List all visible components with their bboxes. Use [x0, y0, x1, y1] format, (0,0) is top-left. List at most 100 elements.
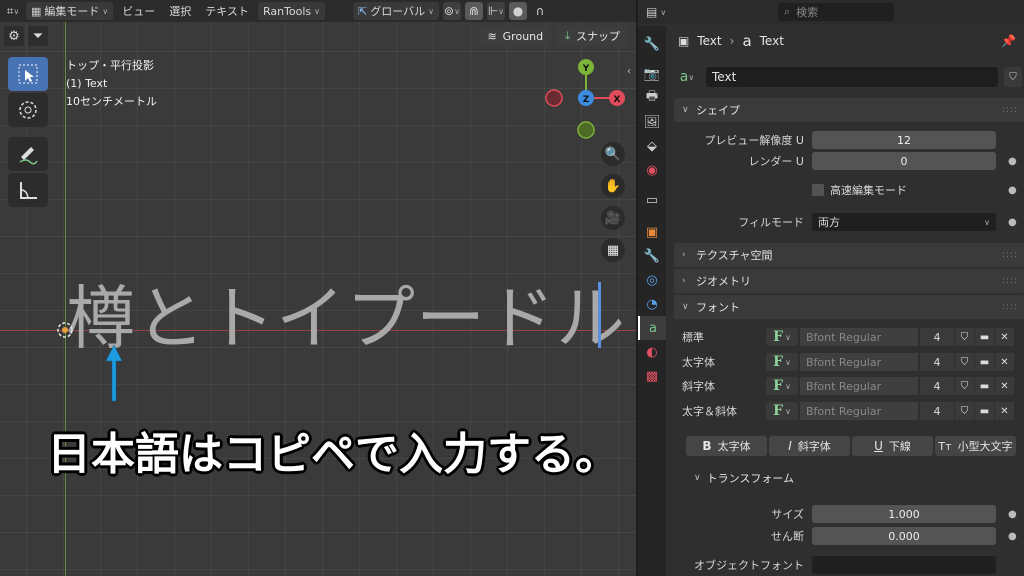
addon-menu[interactable]: RanTools ∨ [257, 2, 326, 20]
tool-tab-icon[interactable]: 🔧 [638, 32, 666, 56]
shield-icon[interactable]: ⛉ [955, 377, 974, 395]
keyframe-dot-icon[interactable]: ● [1008, 509, 1017, 520]
transform-orientation[interactable]: ⇱ グローバル ∨ [353, 2, 439, 20]
font-name-field[interactable]: Bfont Regular [800, 328, 918, 346]
font-icon[interactable]: F ∨ [766, 377, 798, 395]
shield-icon[interactable]: ⛉ [955, 353, 974, 371]
font-users-count[interactable]: 4 [920, 353, 954, 371]
panel-geometry[interactable]: › ジオメトリ:::: [674, 269, 1024, 293]
font-icon[interactable]: F ∨ [766, 328, 798, 346]
shear-field[interactable]: 0.000 [812, 527, 996, 545]
pin-icon[interactable]: 📌 [1001, 34, 1016, 48]
keyframe-dot-icon[interactable]: ● [1008, 217, 1017, 228]
transform-subpanel-header[interactable]: ∨ トランスフォーム [694, 468, 794, 488]
render-u-field[interactable]: 0 [812, 152, 996, 170]
drag-handle-icon[interactable]: :::: [1002, 250, 1018, 260]
font-name-field[interactable]: Bfont Regular [800, 377, 918, 395]
select-box-tool[interactable] [8, 57, 48, 91]
annotate-tool[interactable] [8, 137, 48, 171]
snap-button[interactable]: ⤓ スナップ [557, 26, 628, 46]
menu-view[interactable]: ビュー [117, 2, 160, 20]
gear-icon[interactable]: ⚙ [4, 26, 24, 46]
scene-tab-icon[interactable]: ⬙ [638, 134, 666, 158]
font-icon[interactable]: F ∨ [766, 402, 798, 420]
preview-u-field[interactable]: 12 [812, 131, 996, 149]
font-name-field[interactable]: Bfont Regular [800, 353, 918, 371]
close-icon[interactable]: ✕ [995, 328, 1014, 346]
shield-icon[interactable]: ⛉ [955, 402, 974, 420]
cursor-tool[interactable] [8, 93, 48, 127]
world-tab-icon[interactable]: ◉ [638, 158, 666, 182]
physics-tab-icon[interactable]: ◔ [638, 292, 666, 316]
drag-handle-icon[interactable]: :::: [1002, 276, 1018, 286]
font-users-count[interactable]: 4 [920, 328, 954, 346]
close-icon[interactable]: ✕ [995, 353, 1014, 371]
text-object[interactable]: 樽とトイプードル [66, 262, 626, 362]
measure-tool[interactable] [8, 173, 48, 207]
fast-edit-checkbox[interactable]: 高速編集モード [812, 182, 996, 198]
drag-handle-icon[interactable]: :::: [1002, 302, 1018, 312]
datablock-name-field[interactable]: Text [706, 67, 998, 87]
particles-tab-icon[interactable]: ◎ [638, 268, 666, 292]
small-caps-button[interactable]: Tт 小型大文字 [935, 436, 1016, 456]
size-field[interactable]: 1.000 [812, 505, 996, 523]
font-users-count[interactable]: 4 [920, 377, 954, 395]
properties-editor-type[interactable]: ▤ ∨ [646, 3, 676, 21]
render-u-row: レンダー U 0 ● [674, 151, 1024, 171]
mode-selector[interactable]: ▦ 編集モード ∨ [26, 2, 114, 20]
folder-icon[interactable]: ▬ [975, 353, 994, 371]
underline-button[interactable]: U 下線 [852, 436, 933, 456]
output-tab-icon[interactable]: 🖶 [638, 86, 666, 110]
cursor-icon [19, 101, 37, 119]
bold-button[interactable]: B 太字体 [686, 436, 767, 456]
drag-handle-icon[interactable]: :::: [1002, 105, 1018, 115]
folder-icon[interactable]: ▬ [975, 402, 994, 420]
close-icon[interactable]: ✕ [995, 402, 1014, 420]
snap-magnet-icon[interactable]: ⋒ [464, 2, 483, 20]
fill-mode-select[interactable]: 両方 ∨ [812, 213, 996, 231]
material-tab-icon[interactable]: ◐ [638, 340, 666, 364]
italic-button[interactable]: I 斜字体 [769, 436, 850, 456]
filter-icon[interactable]: ⏷ [28, 26, 48, 46]
font-style-buttons: B 太字体 I 斜字体 U 下線 Tт 小型大文字 [686, 436, 1016, 458]
camera-icon[interactable]: 🎥 [601, 206, 625, 230]
text-data-tab-icon[interactable]: a [638, 316, 666, 340]
render-tab-icon[interactable]: 📷 [638, 62, 666, 86]
grid-icon[interactable]: ▦ [601, 238, 625, 262]
zoom-icon[interactable]: 🔍 [601, 142, 625, 166]
object-tab-icon[interactable]: ▣ [638, 220, 666, 244]
modifier-tab-icon[interactable]: 🔧 [638, 244, 666, 268]
font-icon[interactable]: F ∨ [766, 353, 798, 371]
falloff-icon[interactable]: ∩ [531, 2, 549, 20]
properties-tabs: 🔧 📷 🖶 🖼 ⬙ ◉ ▭ ▣ 🔧 ◎ ◔ a ◐ ▩ [638, 26, 666, 576]
keyframe-dot-icon[interactable]: ● [1008, 531, 1017, 542]
ground-button[interactable]: ≋ Ground [479, 26, 552, 46]
panel-texture-space[interactable]: › テクスチャ空間:::: [674, 243, 1024, 267]
texture-tab-icon[interactable]: ▩ [638, 364, 666, 388]
hand-pan-icon[interactable]: ✋ [601, 174, 625, 198]
folder-icon[interactable]: ▬ [975, 328, 994, 346]
text-datablock-icon[interactable]: a ∨ [674, 67, 700, 87]
object-font-field[interactable] [812, 556, 996, 574]
editor-type-icon[interactable]: ⌗ ∨ [4, 2, 22, 20]
menu-text[interactable]: テキスト [200, 2, 254, 20]
font-users-count[interactable]: 4 [920, 402, 954, 420]
font-name-field[interactable]: Bfont Regular [800, 402, 918, 420]
navigation-gizmo[interactable]: Y X Z [544, 56, 630, 142]
3d-viewport[interactable]: ⌗ ∨ ▦ 編集モード ∨ ビュー 選択 テキスト RanTools ∨ ⇱ グローバル ∨… [0, 0, 636, 576]
pivot-icon[interactable]: ⊚ ∨ [442, 2, 461, 20]
fake-user-shield-icon[interactable]: ⛉ [1004, 67, 1022, 87]
keyframe-dot-icon[interactable]: ● [1008, 185, 1017, 196]
view-layer-tab-icon[interactable]: 🖼 [638, 110, 666, 134]
menu-select[interactable]: 選択 [164, 2, 196, 20]
snap-target-icon[interactable]: ⊩ ∨ [486, 2, 505, 20]
search-input[interactable]: ⌕ 検索 [778, 3, 894, 21]
folder-icon[interactable]: ▬ [975, 377, 994, 395]
close-icon[interactable]: ✕ [995, 377, 1014, 395]
panel-font[interactable]: ∨ フォント:::: [674, 295, 1024, 319]
collection-tab-icon[interactable]: ▭ [638, 188, 666, 212]
proportional-edit-icon[interactable]: ● [508, 2, 527, 20]
panel-shape[interactable]: ∨ シェイプ:::: [674, 98, 1024, 122]
keyframe-dot-icon[interactable]: ● [1008, 156, 1017, 167]
shield-icon[interactable]: ⛉ [955, 328, 974, 346]
